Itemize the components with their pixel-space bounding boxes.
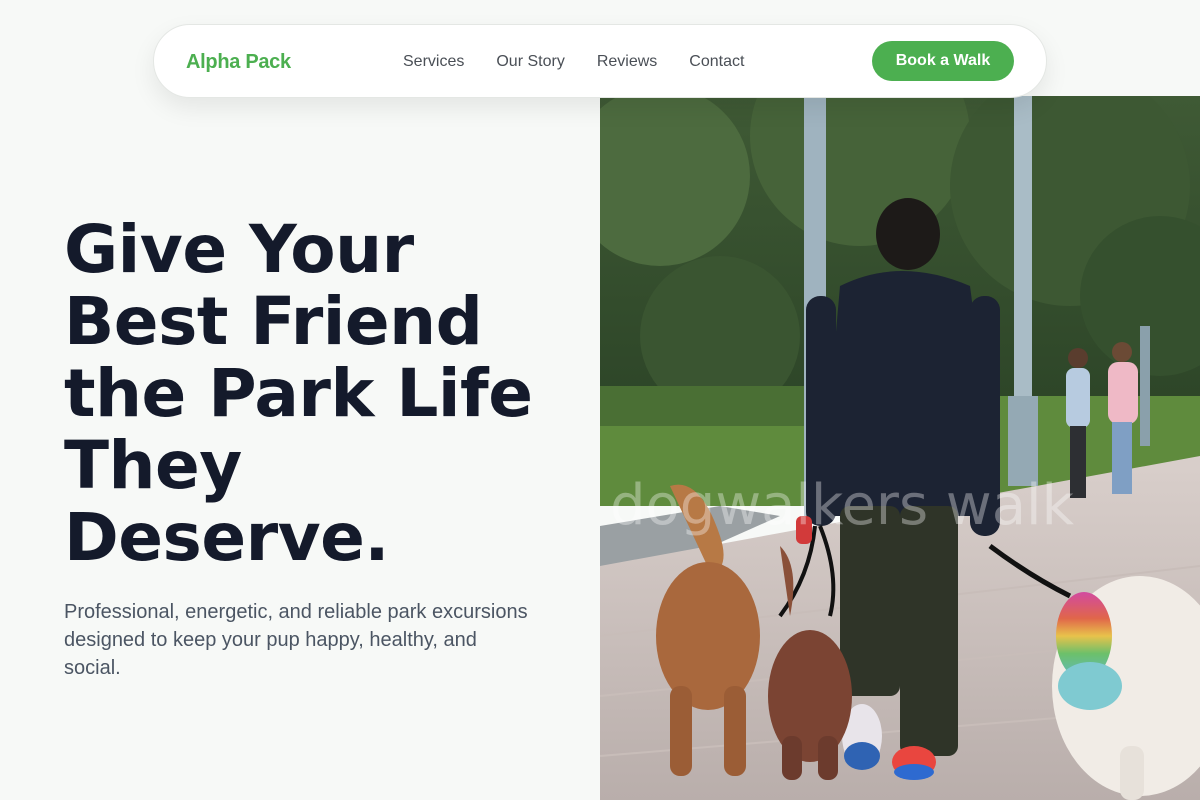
hero-title-line: Best Friend bbox=[64, 283, 483, 360]
hero-subtitle: Professional, energetic, and reliable pa… bbox=[64, 601, 528, 679]
nav-link-our-story[interactable]: Our Story bbox=[496, 53, 564, 71]
hero-title: Give Your Best Friend the Park Life They… bbox=[64, 214, 584, 574]
hero-title-line: the Park Life bbox=[64, 355, 533, 432]
nav-link-services[interactable]: Services bbox=[403, 53, 464, 71]
book-a-walk-button[interactable]: Book a Walk bbox=[872, 41, 1014, 81]
hero-image: dogwalkers walk bbox=[600, 96, 1200, 800]
brand-logo[interactable]: Alpha Pack bbox=[186, 25, 291, 99]
hero-title-line: Deserve. bbox=[64, 499, 390, 576]
nav-links: Services Our Story Reviews Contact bbox=[403, 25, 744, 99]
hero-title-line: Give Your bbox=[64, 211, 414, 288]
landing-page: Alpha Pack Services Our Story Reviews Co… bbox=[0, 0, 1200, 800]
navbar: Alpha Pack Services Our Story Reviews Co… bbox=[153, 24, 1047, 98]
hero-title-line: They bbox=[64, 427, 242, 504]
nav-link-reviews[interactable]: Reviews bbox=[597, 53, 657, 71]
railing-post bbox=[1140, 326, 1150, 446]
nav-link-contact[interactable]: Contact bbox=[689, 53, 744, 71]
hedge bbox=[600, 386, 820, 426]
image-watermark: dogwalkers walk bbox=[610, 473, 1075, 538]
